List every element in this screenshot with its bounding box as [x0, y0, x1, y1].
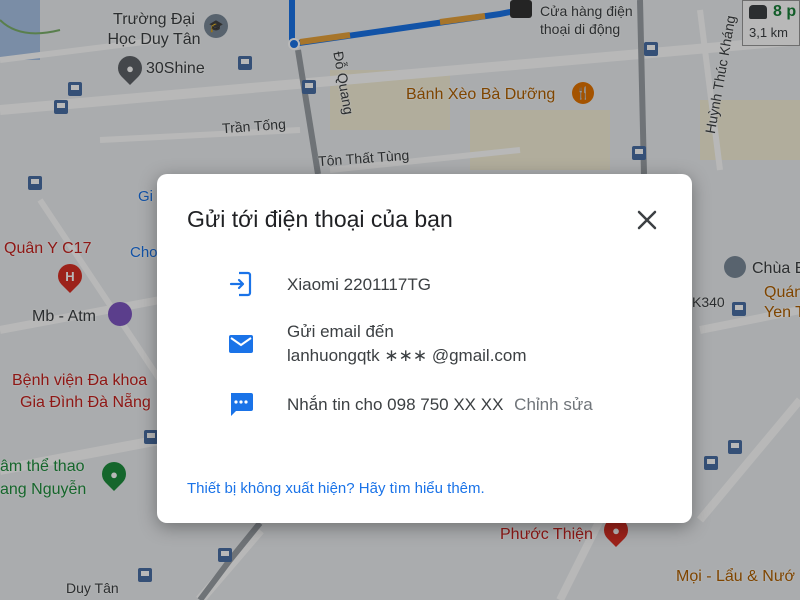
send-to-phone-dialog: Gửi tới điện thoại của bạn Xiaomi 220111…	[157, 174, 692, 523]
close-button[interactable]	[633, 206, 661, 234]
send-to-device-option[interactable]: Xiaomi 2201117TG	[157, 270, 692, 300]
send-email-option[interactable]: Gửi email đến lanhuongqtk ∗∗∗ @gmail.com	[157, 320, 692, 370]
close-icon	[637, 210, 657, 230]
sms-edit-button[interactable]: Chỉnh sửa	[514, 395, 592, 414]
email-value: lanhuongqtk ∗∗∗ @gmail.com	[287, 346, 527, 365]
dialog-title: Gửi tới điện thoại của bạn	[187, 206, 453, 232]
device-name: Xiaomi 2201117TG	[287, 275, 431, 294]
email-icon	[229, 335, 253, 353]
sms-label: Nhắn tin cho 098 750 XX XX	[287, 395, 504, 414]
help-link[interactable]: Thiết bị không xuất hiện? Hãy tìm hiểu t…	[187, 480, 485, 497]
sms-icon	[231, 393, 253, 416]
email-label: Gửi email đến	[287, 322, 394, 341]
send-sms-option[interactable]: Nhắn tin cho 098 750 XX XX Chỉnh sửa	[157, 390, 692, 420]
send-to-device-icon	[229, 271, 252, 297]
